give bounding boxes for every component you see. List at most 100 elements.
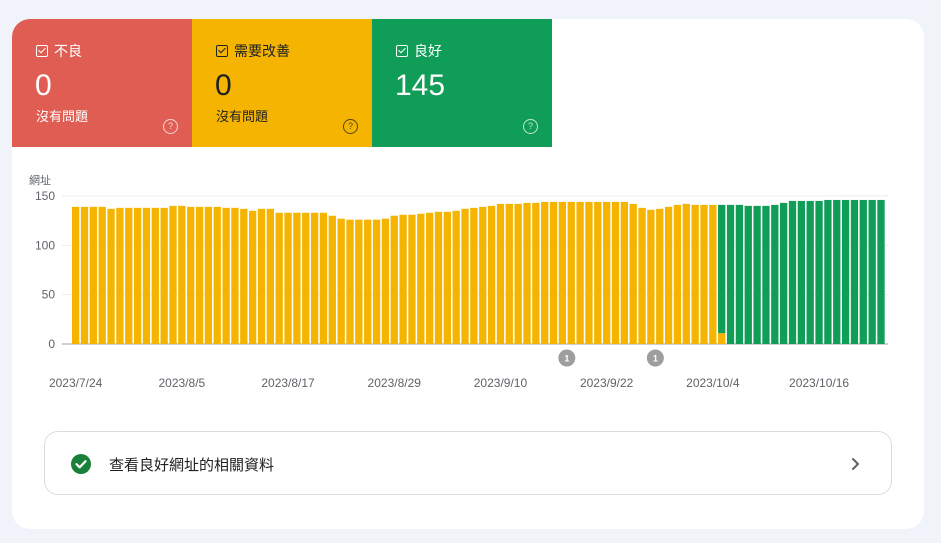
bar-good (868, 199, 876, 344)
x-tick-label: 2023/10/4 (686, 376, 740, 390)
bar-needs-improvement (523, 202, 531, 344)
bar-needs-improvement (664, 206, 673, 344)
bar-needs-improvement (89, 206, 97, 344)
bar-needs-improvement (266, 208, 274, 344)
x-tick-label: 2023/9/22 (580, 376, 634, 390)
bar-needs-improvement (310, 212, 319, 344)
bar-good (762, 205, 770, 344)
x-tick-label: 2023/7/24 (49, 376, 103, 390)
y-tick-label: 0 (48, 337, 55, 351)
bar-needs-improvement (541, 201, 549, 344)
x-tick-label: 2023/10/16 (789, 376, 849, 390)
y-axis-label: 網址 (29, 173, 51, 187)
x-tick-label: 2023/8/5 (158, 376, 205, 390)
bar-good (824, 199, 832, 344)
bar-needs-improvement (514, 203, 522, 344)
bar-good (859, 199, 867, 344)
bar-needs-improvement (718, 333, 726, 344)
bar-needs-improvement (381, 218, 390, 344)
bar-needs-improvement (151, 207, 159, 344)
bar-needs-improvement (487, 205, 496, 344)
bar-needs-improvement (204, 206, 213, 344)
bar-good (744, 205, 752, 344)
bar-good (735, 204, 744, 344)
bar-needs-improvement (222, 207, 230, 344)
bar-needs-improvement (231, 207, 239, 344)
bar-needs-improvement (284, 212, 292, 344)
bar-good (877, 199, 885, 344)
bar-needs-improvement (328, 215, 336, 344)
bar-needs-improvement (399, 214, 407, 344)
view-good-urls-label: 查看良好網址的相關資料 (109, 456, 275, 474)
bar-needs-improvement (532, 202, 540, 344)
bar-needs-improvement (125, 207, 133, 344)
bar-needs-improvement (479, 206, 487, 344)
bar-needs-improvement (496, 203, 505, 344)
bar-good (753, 205, 761, 344)
bar-good (780, 202, 788, 344)
bar-good (850, 199, 859, 344)
bar-needs-improvement (346, 219, 354, 344)
bar-needs-improvement (567, 201, 575, 344)
bar-needs-improvement (709, 204, 717, 344)
bar-needs-improvement (337, 218, 345, 344)
bar-needs-improvement (452, 210, 460, 344)
bar-needs-improvement (426, 212, 434, 344)
y-ticks: 0 50 100 150 (35, 189, 55, 351)
bar-needs-improvement (673, 204, 682, 344)
bar-needs-improvement (603, 201, 611, 344)
x-tick-label: 2023/8/17 (261, 376, 315, 390)
bars (72, 199, 885, 344)
bar-needs-improvement (240, 208, 248, 344)
bar-needs-improvement (682, 203, 690, 344)
x-tick-label: 2023/8/29 (368, 376, 422, 390)
bar-needs-improvement (275, 212, 283, 344)
annotations: 11 (558, 349, 664, 367)
bar-needs-improvement (691, 204, 699, 344)
bar-needs-improvement (142, 207, 151, 344)
bar-needs-improvement (611, 201, 620, 344)
y-tick-label: 100 (35, 238, 55, 252)
view-good-urls-link[interactable]: 查看良好網址的相關資料 (44, 431, 892, 495)
bar-needs-improvement (107, 208, 115, 344)
y-tick-label: 50 (42, 288, 56, 302)
bar-good (771, 204, 779, 344)
bar-good (797, 200, 805, 344)
bar-needs-improvement (364, 219, 372, 344)
bar-needs-improvement (594, 201, 602, 344)
bar-needs-improvement (434, 211, 443, 344)
bar-needs-improvement (549, 201, 558, 344)
bar-needs-improvement (187, 206, 195, 344)
bar-needs-improvement (390, 215, 398, 344)
bar-needs-improvement (585, 201, 593, 344)
bar-good (833, 199, 841, 344)
bar-needs-improvement (133, 207, 142, 344)
bar-needs-improvement (700, 204, 708, 344)
bar-needs-improvement (470, 207, 478, 344)
x-tick-label: 2023/9/10 (474, 376, 528, 390)
y-tick-label: 150 (35, 189, 55, 203)
bar-needs-improvement (408, 214, 416, 344)
bar-needs-improvement (505, 203, 513, 344)
bar-needs-improvement (169, 205, 177, 344)
bar-needs-improvement (319, 212, 328, 344)
bar-needs-improvement (372, 219, 381, 344)
annotation-label: 1 (653, 354, 658, 364)
bar-good (815, 200, 823, 344)
bar-needs-improvement (461, 208, 469, 344)
bar-needs-improvement (576, 201, 584, 344)
bar-needs-improvement (656, 208, 664, 344)
bar-needs-improvement (213, 206, 221, 344)
bar-needs-improvement (647, 209, 655, 344)
bar-needs-improvement (638, 207, 646, 344)
urls-bar-chart: 網址 0 50 100 150 2023/7/24 2023/8/5 2023/8/17 2… (29, 173, 888, 390)
bar-needs-improvement (195, 206, 204, 344)
bar-needs-improvement (302, 212, 310, 344)
bar-needs-improvement (558, 201, 567, 344)
bar-needs-improvement (257, 208, 266, 344)
bar-needs-improvement (293, 212, 301, 344)
annotation-label: 1 (564, 354, 569, 364)
bar-good (718, 204, 726, 334)
bar-needs-improvement (72, 206, 80, 344)
bar-needs-improvement (249, 210, 257, 344)
